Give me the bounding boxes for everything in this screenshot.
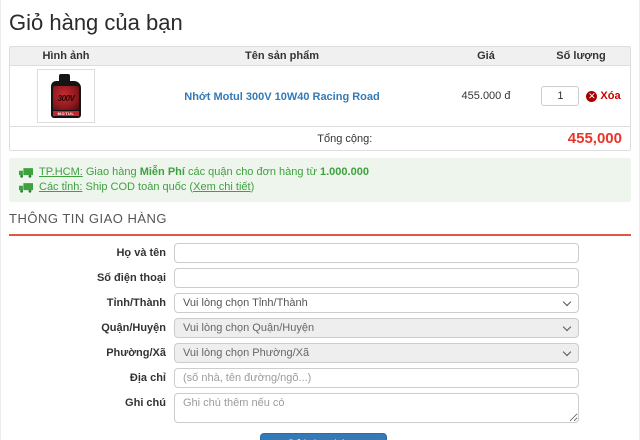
name-input[interactable] [174, 243, 579, 263]
hcm-link[interactable]: TP.HCM: [39, 166, 83, 178]
submit-order-button[interactable]: Gửi đơn hàng [260, 433, 387, 440]
note-textarea[interactable] [174, 393, 579, 423]
phone-label: Số điện thoại [9, 272, 166, 284]
truck-icon [19, 182, 33, 193]
shipping-notice: TP.HCM: Giao hàng Miễn Phí các quận cho … [9, 158, 631, 202]
remove-item-button[interactable]: ✕ Xóa [586, 90, 620, 102]
total-label: Tổng cộng: [317, 133, 372, 145]
name-label: Họ và tên [9, 247, 166, 259]
cart-item-row: 300V MOTUL Nhớt Motul 300V 10W40 Racing … [10, 66, 630, 126]
col-header-image: Hình ảnh [10, 50, 122, 62]
province-label: Tỉnh/Thành [9, 297, 166, 309]
col-header-price: Giá [442, 50, 530, 62]
shipping-line-hcm: TP.HCM: Giao hàng Miễn Phí các quận cho … [19, 165, 621, 180]
ward-label: Phường/Xã [9, 347, 166, 359]
note-label: Ghi chú [9, 393, 166, 409]
address-label: Địa chỉ [9, 372, 166, 384]
page-title: Giỏ hàng của bạn [9, 10, 631, 36]
product-name-link[interactable]: Nhớt Motul 300V 10W40 Racing Road [184, 91, 379, 103]
col-header-name: Tên sản phẩm [122, 50, 442, 62]
district-label: Quận/Huyện [9, 322, 166, 334]
product-price: 455.000 đ [442, 90, 530, 102]
quantity-input[interactable] [541, 86, 579, 106]
total-value: 455,000 [568, 130, 622, 147]
district-select[interactable]: Vui lòng chọn Quận/Huyện [174, 318, 579, 338]
province-select[interactable]: Vui lòng chọn Tỉnh/Thành [174, 293, 579, 313]
shipping-line-provinces: Các tỉnh: Ship COD toàn quốc (Xem chi ti… [19, 180, 621, 195]
cart-table-header: Hình ảnh Tên sản phẩm Giá Số lượng [10, 47, 630, 66]
cart-page: Giỏ hàng của bạn Hình ảnh Tên sản phẩm G… [0, 0, 640, 440]
provinces-link[interactable]: Các tỉnh: [39, 181, 82, 193]
see-details-link[interactable]: Xem chi tiết [193, 181, 250, 193]
shipping-form: Họ và tên Số điện thoại Tỉnh/Thành Vui l… [9, 243, 631, 440]
cart-table: Hình ảnh Tên sản phẩm Giá Số lượng 300V … [9, 46, 631, 151]
address-input[interactable] [174, 368, 579, 388]
product-image[interactable]: 300V MOTUL [37, 69, 95, 123]
shipping-info-heading: THÔNG TIN GIAO HÀNG [9, 211, 631, 236]
col-header-quantity: Số lượng [530, 50, 632, 62]
ward-select[interactable]: Vui lòng chọn Phường/Xã [174, 343, 579, 363]
oil-bottle-image: 300V MOTUL [51, 74, 81, 118]
remove-label: Xóa [600, 90, 620, 102]
remove-circle-icon: ✕ [586, 91, 597, 102]
phone-input[interactable] [174, 268, 579, 288]
truck-icon [19, 167, 33, 178]
cart-total-row: Tổng cộng: 455,000 [10, 126, 630, 150]
